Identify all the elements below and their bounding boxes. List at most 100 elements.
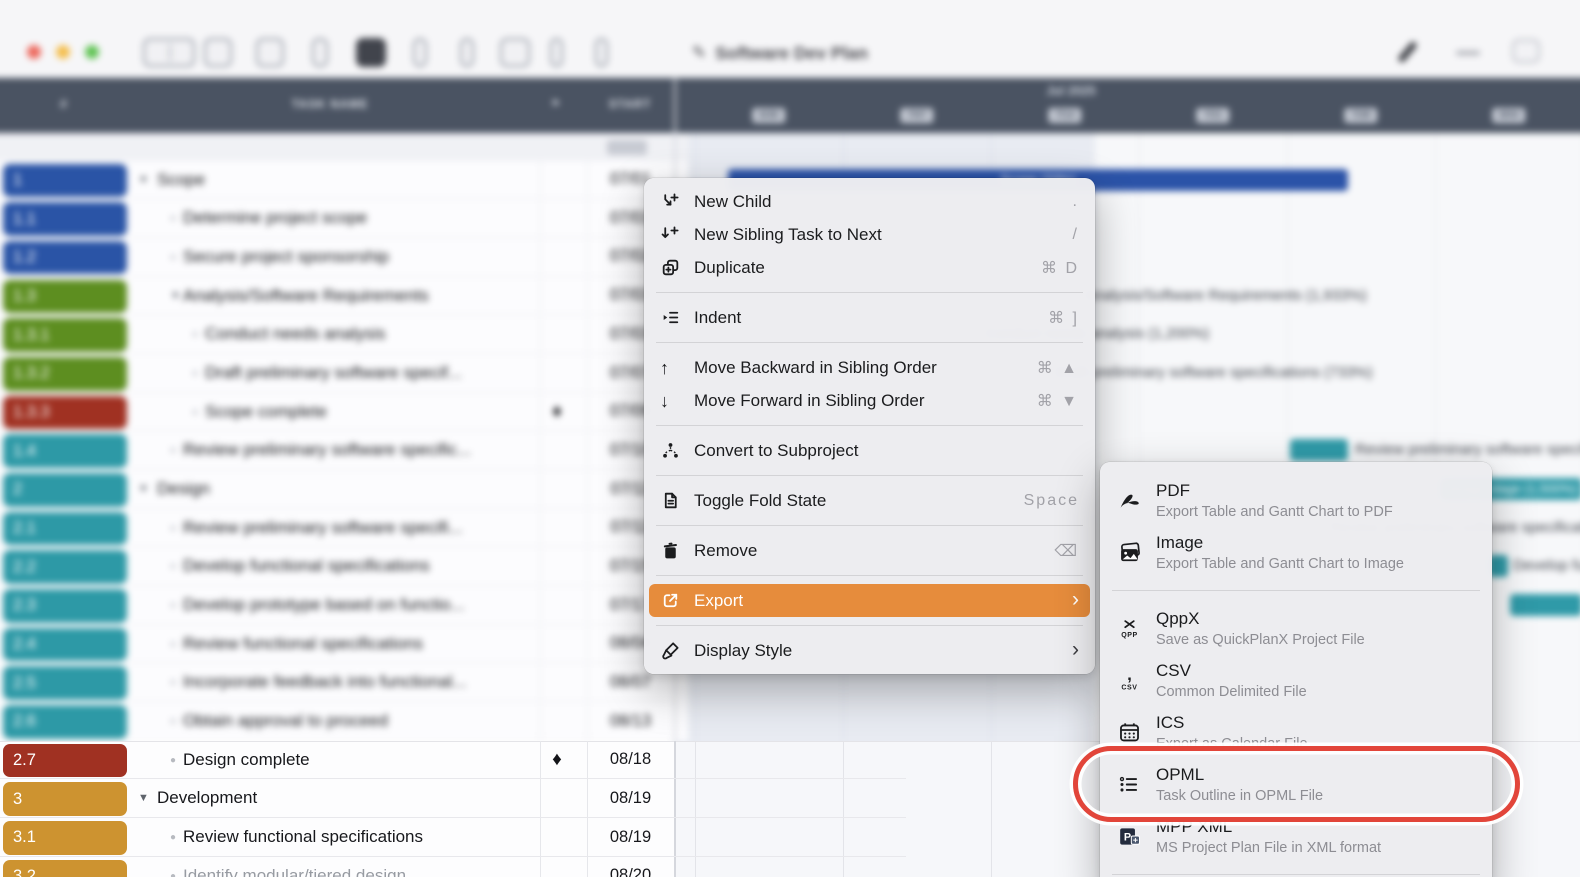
- submenu-item-pdf[interactable]: PDFExport Table and Gantt Chart to PDF: [1100, 474, 1492, 526]
- menu-item-move-forward-in-sibling-order[interactable]: ↓Move Forward in Sibling Order ⌘ ▼: [644, 384, 1095, 417]
- submenu-item-subtitle: Task Outline in OPML File: [1156, 786, 1323, 806]
- submenu-item-image[interactable]: ImageExport Table and Gantt Chart to Ima…: [1100, 526, 1492, 578]
- row-id-badge: 3.2: [3, 860, 127, 877]
- menu-item-move-backward-in-sibling-order[interactable]: ↑Move Backward in Sibling Order⌘ ▲: [644, 351, 1095, 384]
- mppxml-icon: P: [1114, 824, 1144, 849]
- menu-divider: [1112, 590, 1480, 591]
- move-backward-icon: ↑: [660, 359, 694, 377]
- task-name: Design complete: [183, 750, 310, 770]
- fold-icon: [660, 490, 694, 511]
- menu-item-shortcut: /: [1073, 226, 1079, 244]
- move-forward-icon: ↓: [660, 392, 694, 410]
- task-row[interactable]: 3.2 ● Identify modular/tiered design... 08/…: [0, 857, 674, 877]
- menu-item-label: New Child: [694, 192, 771, 212]
- submenu-item-title: QppX: [1156, 607, 1365, 630]
- menu-item-convert-to-subproject[interactable]: Convert to Subproject: [644, 434, 1095, 467]
- menu-item-new-sibling-task-to-next[interactable]: New Sibling Task to Next /: [644, 218, 1095, 251]
- submenu-item-subtitle: MS Project Plan File in XML format: [1156, 838, 1381, 858]
- new-sibling-icon: [660, 224, 694, 245]
- menu-item-display-style[interactable]: Display Style ›: [644, 634, 1095, 667]
- row-id-badge: 3.1: [3, 821, 127, 855]
- submenu-chevron-icon: ›: [1072, 639, 1079, 663]
- submenu-item-title: OPML: [1156, 763, 1323, 786]
- menu-divider: [1112, 874, 1480, 875]
- submenu-item-title: Image: [1156, 531, 1404, 554]
- qppx-icon: QPP: [1114, 616, 1144, 641]
- task-bullet-icon: ●: [170, 755, 176, 766]
- task-start-date: 08/20: [587, 866, 674, 877]
- submenu-item-ics[interactable]: ICSExport as Calendar File: [1100, 706, 1492, 758]
- menu-item-shortcut: .: [1073, 193, 1079, 211]
- menu-item-shortcut: ⌘ ▼: [1037, 391, 1079, 411]
- submenu-chevron-icon: ›: [1072, 589, 1079, 613]
- task-row[interactable]: 3 ▼ Development 08/19: [0, 779, 674, 818]
- menu-item-label: Remove: [694, 541, 757, 561]
- duplicate-icon: [660, 257, 694, 278]
- pdf-icon: [1114, 488, 1144, 513]
- task-row[interactable]: 3.1 ● Review functional specifications 08/1…: [0, 818, 674, 857]
- svg-text:CSV: CSV: [1121, 684, 1137, 691]
- task-start-date: 08/18: [587, 750, 674, 769]
- menu-divider: [656, 575, 1083, 576]
- menu-item-label: Toggle Fold State: [694, 491, 826, 511]
- task-start-date: 08/19: [587, 828, 674, 847]
- task-bullet-icon: ●: [170, 832, 176, 843]
- menu-item-label: Display Style: [694, 641, 792, 661]
- menu-item-label: Convert to Subproject: [694, 441, 858, 461]
- submenu-item-title: PDF: [1156, 479, 1393, 502]
- menu-item-new-child[interactable]: New Child.: [644, 185, 1095, 218]
- svg-text:QPP: QPP: [1121, 632, 1138, 639]
- menu-item-shortcut: ⌘ D: [1041, 258, 1079, 278]
- submenu-item-title: CSV: [1156, 659, 1307, 682]
- subproject-icon: [660, 440, 694, 461]
- menu-item-label: Move Forward in Sibling Order: [694, 391, 925, 411]
- task-bullet-icon: ●: [170, 871, 176, 877]
- export-submenu: PDFExport Table and Gantt Chart to PDFIm…: [1100, 462, 1492, 877]
- menu-item-label: Duplicate: [694, 258, 765, 278]
- menu-divider: [656, 342, 1083, 343]
- submenu-item-opml[interactable]: OPMLTask Outline in OPML File: [1100, 758, 1492, 810]
- menu-divider: [656, 292, 1083, 293]
- menu-divider: [656, 475, 1083, 476]
- context-menu: New Child. New Sibling Task to Next / Dupli…: [644, 178, 1095, 674]
- export-icon: [660, 590, 694, 611]
- menu-divider: [656, 525, 1083, 526]
- gantt-gridline: [991, 742, 992, 877]
- opml-icon: [1114, 772, 1144, 797]
- app-window: ✎ Software Dev Plan # TASK NAME ⚑ START …: [0, 0, 1580, 877]
- row-id-badge: 2.7: [3, 744, 127, 778]
- menu-item-shortcut: ⌘ ]: [1048, 308, 1079, 328]
- task-row[interactable]: 2.7●Design complete♦08/18: [0, 741, 674, 780]
- submenu-item-subtitle: Export Table and Gantt Chart to PDF: [1156, 502, 1393, 522]
- menu-item-indent[interactable]: Indent ⌘ ]: [644, 301, 1095, 334]
- trash-icon: [660, 540, 694, 561]
- new-child-icon: [660, 191, 694, 212]
- menu-item-label: Indent: [694, 308, 741, 328]
- submenu-item-csv[interactable]: ,CSVCSVCommon Delimited File: [1100, 654, 1492, 706]
- submenu-item-title: MPP XML: [1156, 815, 1381, 838]
- menu-item-export[interactable]: Export ›: [649, 584, 1090, 617]
- submenu-item-qppx[interactable]: QPP QppXSave as QuickPlanX Project File: [1100, 602, 1492, 654]
- task-name: Review functional specifications: [183, 827, 423, 847]
- task-name: Development: [157, 788, 257, 808]
- menu-item-label: New Sibling Task to Next: [694, 225, 882, 245]
- menu-divider: [656, 425, 1083, 426]
- indent-icon: [660, 307, 694, 328]
- task-name: Identify modular/tiered design...: [183, 866, 420, 877]
- submenu-item-subtitle: Export as Calendar File: [1156, 734, 1308, 754]
- brush-icon: [660, 640, 694, 661]
- submenu-item-subtitle: Save as QuickPlanX Project File: [1156, 630, 1365, 650]
- menu-item-shortcut: ⌘ ▲: [1037, 358, 1079, 378]
- menu-item-duplicate[interactable]: Duplicate ⌘ D: [644, 251, 1095, 284]
- menu-item-remove[interactable]: Remove⌫: [644, 534, 1095, 567]
- menu-item-label: Export: [694, 591, 743, 611]
- task-start-date: 08/19: [587, 789, 674, 808]
- disclosure-triangle-icon[interactable]: ▼: [138, 792, 149, 804]
- svg-text:,: ,: [1127, 668, 1132, 684]
- submenu-item-mpp-xml[interactable]: P MPP XMLMS Project Plan File in XML form…: [1100, 810, 1492, 862]
- submenu-item-title: ICS: [1156, 711, 1308, 734]
- image-icon: [1114, 540, 1144, 565]
- row-id-badge: 3: [3, 782, 127, 816]
- menu-item-toggle-fold-state[interactable]: Toggle Fold StateSpace: [644, 484, 1095, 517]
- menu-divider: [656, 625, 1083, 626]
